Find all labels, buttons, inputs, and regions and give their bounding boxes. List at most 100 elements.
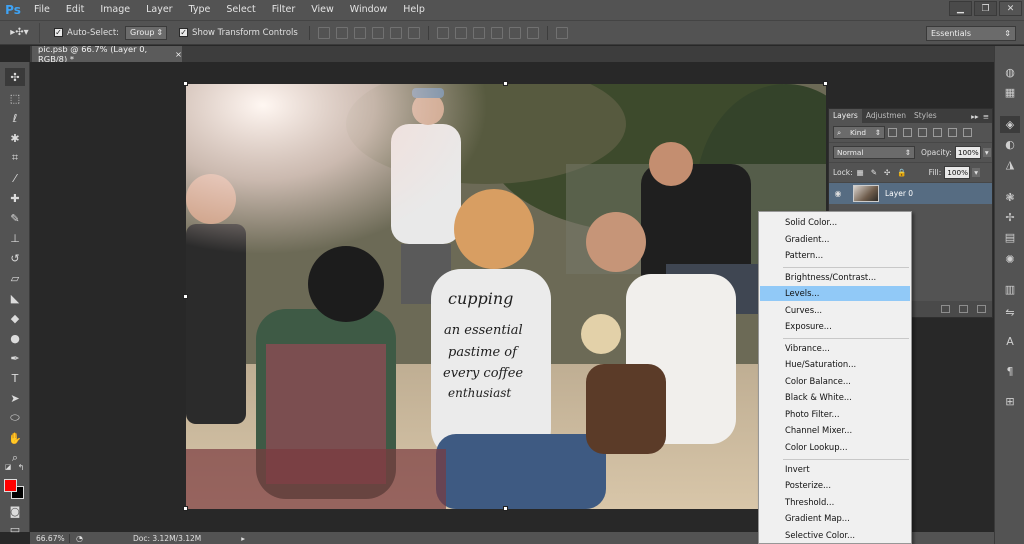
menu-help[interactable]: Help — [395, 0, 433, 20]
paragraph-panel-icon[interactable]: ¶ — [1000, 363, 1020, 380]
history-panel-icon[interactable]: ❃ — [1000, 189, 1020, 206]
layers-panel-icon[interactable]: ◈ — [1000, 116, 1020, 133]
menu-item-channel-mixer[interactable]: Channel Mixer... — [760, 423, 910, 438]
quick-selection-tool-icon[interactable]: ✱ — [5, 129, 25, 147]
menu-item-color-balance[interactable]: Color Balance... — [760, 374, 910, 389]
align-vertical-center-icon[interactable] — [335, 26, 348, 39]
transform-handle-bottom-left[interactable] — [183, 506, 188, 511]
menu-edit[interactable]: Edit — [58, 0, 92, 20]
collapse-panel-icon[interactable]: ▸▸ — [971, 112, 983, 121]
eraser-tool-icon[interactable]: ▱ — [5, 269, 25, 287]
distribute-horizontal-center-icon[interactable] — [508, 26, 521, 39]
layer-name[interactable]: Layer 0 — [885, 189, 913, 198]
show-transform-checkbox[interactable]: ✓ — [179, 28, 189, 37]
transform-handle-bottom[interactable] — [503, 506, 508, 511]
blur-tool-icon[interactable]: ◆ — [5, 309, 25, 327]
new-group-icon[interactable] — [941, 305, 950, 313]
menu-item-brightness-contrast[interactable]: Brightness/Contrast... — [760, 270, 910, 285]
color-panel-icon[interactable]: ◍ — [1000, 64, 1020, 81]
default-colors-icon[interactable]: ◪ — [2, 462, 14, 472]
pen-tool-icon[interactable]: ✒ — [5, 349, 25, 367]
tab-close-icon[interactable]: × — [175, 49, 182, 59]
menu-item-exposure[interactable]: Exposure... — [760, 319, 910, 334]
swatches-panel-icon[interactable]: ▦ — [1000, 84, 1020, 101]
menu-item-invert[interactable]: Invert — [760, 462, 910, 477]
align-horizontal-center-icon[interactable] — [389, 26, 402, 39]
close-button[interactable]: ✕ — [999, 1, 1022, 16]
menu-item-curves[interactable]: Curves... — [760, 303, 910, 318]
history-brush-tool-icon[interactable]: ↺ — [5, 249, 25, 267]
menu-item-color-lookup[interactable]: Color Lookup... — [760, 440, 910, 455]
status-info-icon[interactable]: ◔ — [76, 534, 83, 543]
menu-window[interactable]: Window — [342, 0, 395, 20]
menu-item-levels[interactable]: Levels... — [760, 286, 910, 301]
menu-item-gradient[interactable]: Gradient... — [760, 232, 910, 247]
filter-shape-icon[interactable] — [933, 128, 942, 137]
filter-pixel-icon[interactable] — [888, 128, 897, 137]
distribute-bottom-icon[interactable] — [472, 26, 485, 39]
zoom-level[interactable]: 66.67% — [30, 533, 70, 543]
screen-mode-icon[interactable]: ▭ — [5, 520, 25, 538]
menu-layer[interactable]: Layer — [138, 0, 181, 20]
distribute-vertical-center-icon[interactable] — [454, 26, 467, 39]
foreground-color-swatch[interactable] — [4, 479, 17, 492]
type-tool-icon[interactable]: T — [5, 369, 25, 387]
crop-tool-icon[interactable]: ⌗ — [5, 149, 25, 167]
delete-layer-icon[interactable] — [977, 305, 986, 313]
layer-filter-kind-dropdown[interactable]: ⌕ Kind ⇕ — [833, 126, 885, 139]
align-right-icon[interactable] — [407, 26, 420, 39]
auto-select-checkbox[interactable]: ✓ — [54, 28, 63, 37]
hand-tool-icon[interactable]: ✋ — [5, 429, 25, 447]
menu-item-selective-color[interactable]: Selective Color... — [760, 528, 910, 543]
menu-select[interactable]: Select — [218, 0, 263, 20]
visibility-eye-icon[interactable]: ◉ — [829, 189, 847, 198]
workspace-dropdown[interactable]: Essentials ⇕ — [926, 26, 1016, 41]
character-panel-icon[interactable]: A — [1000, 333, 1020, 350]
document-tab[interactable]: pic.psb @ 66.7% (Layer 0, RGB/8) * × — [32, 44, 182, 64]
channels-panel-icon[interactable]: ◐ — [1000, 136, 1020, 153]
restore-button[interactable]: ❐ — [974, 1, 997, 16]
transform-handle-top-left[interactable] — [183, 81, 188, 86]
move-tool-icon[interactable]: ✣ — [5, 68, 25, 86]
menu-item-gradient-map[interactable]: Gradient Map... — [760, 511, 910, 526]
ellipse-tool-icon[interactable]: ⬭ — [5, 409, 25, 427]
menu-item-pattern[interactable]: Pattern... — [760, 248, 910, 263]
marquee-tool-icon[interactable]: ⬚ — [5, 89, 25, 107]
menu-image[interactable]: Image — [92, 0, 138, 20]
lock-position-icon[interactable]: ✣ — [884, 168, 890, 177]
tab-layers[interactable]: Layers — [829, 109, 862, 123]
menu-file[interactable]: File — [26, 0, 58, 20]
lock-transparent-icon[interactable]: ▦ — [857, 168, 864, 177]
fill-input[interactable]: 100% — [944, 166, 971, 179]
filter-toggle-icon[interactable] — [963, 128, 972, 137]
menu-item-posterize[interactable]: Posterize... — [760, 478, 910, 493]
paint-bucket-tool-icon[interactable]: ◣ — [5, 289, 25, 307]
align-left-icon[interactable] — [371, 26, 384, 39]
menu-item-threshold[interactable]: Threshold... — [760, 495, 910, 510]
transform-handle-top-right[interactable] — [823, 81, 828, 86]
healing-brush-tool-icon[interactable]: ✚ — [5, 189, 25, 207]
transform-handle-top[interactable] — [503, 81, 508, 86]
menu-type[interactable]: Type — [181, 0, 219, 20]
lock-all-icon[interactable]: 🔒 — [897, 168, 906, 177]
lock-pixels-icon[interactable]: ✎ — [871, 168, 877, 177]
align-top-icon[interactable] — [317, 26, 330, 39]
clone-source-panel-icon[interactable]: ✺ — [1000, 251, 1020, 268]
tab-styles[interactable]: Styles — [910, 109, 941, 123]
eyedropper-tool-icon[interactable]: ⁄ — [5, 169, 25, 187]
panel-menu-icon[interactable]: ≡ — [983, 112, 992, 121]
blend-mode-dropdown[interactable]: Normal ⇕ — [833, 146, 915, 159]
actions-panel-icon[interactable]: ✢ — [1000, 209, 1020, 226]
menu-item-photo-filter[interactable]: Photo Filter... — [760, 407, 910, 422]
auto-align-layers-icon[interactable] — [555, 26, 568, 39]
opacity-slider-arrow-icon[interactable]: ▾ — [982, 148, 991, 157]
new-layer-icon[interactable] — [959, 305, 968, 313]
distribute-right-icon[interactable] — [526, 26, 539, 39]
brush-tool-icon[interactable]: ✎ — [5, 209, 25, 227]
path-selection-tool-icon[interactable]: ➤ — [5, 389, 25, 407]
tool-preset-picker[interactable]: ▸✣▾ — [0, 22, 40, 43]
document-canvas-photo[interactable]: cupping an essential pastime of every co… — [186, 84, 826, 509]
menu-view[interactable]: View — [303, 0, 342, 20]
brush-panel-icon[interactable]: ▤ — [1000, 229, 1020, 246]
menu-item-vibrance[interactable]: Vibrance... — [760, 341, 910, 356]
